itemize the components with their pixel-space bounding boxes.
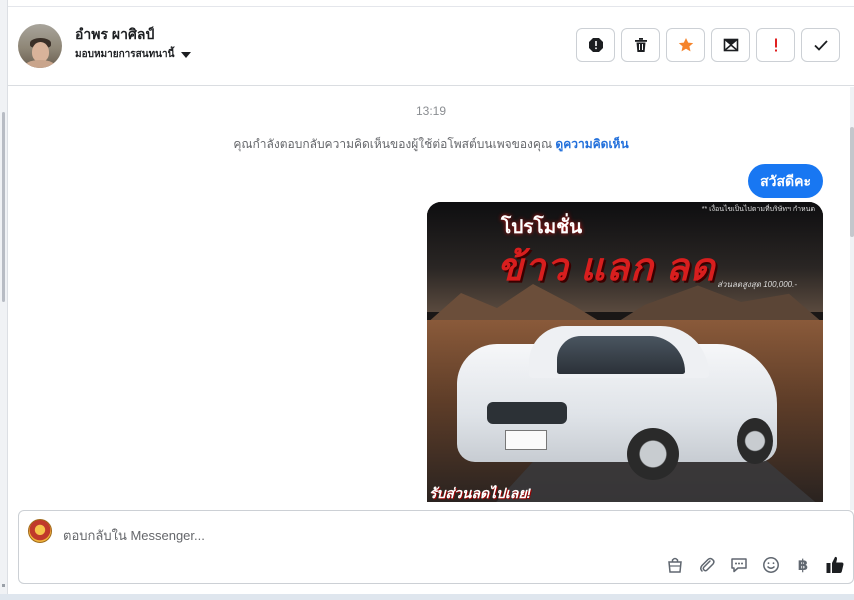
left-scroll-marker bbox=[2, 584, 5, 587]
mark-done-button[interactable] bbox=[801, 28, 840, 62]
shop-button[interactable] bbox=[665, 555, 685, 575]
promo-discount-text: ส่วนลดสูงสุด 100,000.- bbox=[717, 280, 797, 289]
important-icon bbox=[774, 38, 777, 52]
promo-terms-note: ** เงื่อนไขเป็นไปตามที่บริษัทฯ กำหนด bbox=[701, 206, 815, 213]
promo-bottom-text: รับส่วนลดไปเลย! bbox=[429, 485, 532, 501]
assign-conversation-dropdown[interactable]: มอบหมายการสนทนานี้ bbox=[75, 47, 192, 62]
baht-icon: ฿ bbox=[797, 557, 809, 574]
delete-button[interactable] bbox=[621, 28, 660, 62]
promo-headline: ข้าว แลก ลด bbox=[497, 247, 716, 289]
assign-label: มอบหมายการสนทนานี้ bbox=[75, 49, 175, 60]
like-button[interactable] bbox=[825, 555, 845, 575]
promo-image[interactable]: ** เงื่อนไขเป็นไปตามที่บริษัทฯ กำหนด โปร… bbox=[427, 202, 823, 502]
mark-unread-icon bbox=[723, 38, 738, 52]
mark-spam-button[interactable] bbox=[576, 28, 615, 62]
conversation-header: อำพร ผาศิลป์ มอบหมายการสนทนานี้ bbox=[8, 6, 854, 86]
page: อำพร ผาศิลป์ มอบหมายการสนทนานี้ 13:19 คุ… bbox=[0, 0, 854, 600]
message-timestamp: 13:19 bbox=[415, 104, 447, 118]
saved-reply-button[interactable] bbox=[729, 555, 749, 575]
emoji-button[interactable] bbox=[761, 555, 781, 575]
star-icon bbox=[678, 38, 693, 52]
trash-icon bbox=[634, 38, 647, 52]
reply-context-text: คุณกำลังตอบกลับความคิดเห็นของผู้ใช้ต่อโพ… bbox=[233, 137, 553, 151]
attach-icon bbox=[700, 557, 715, 572]
view-comment-link[interactable]: ดูความคิดเห็น bbox=[555, 137, 628, 151]
mark-unread-button[interactable] bbox=[711, 28, 750, 62]
emoji-icon bbox=[763, 557, 779, 573]
spam-icon bbox=[588, 38, 603, 52]
header-actions bbox=[576, 28, 840, 62]
important-button[interactable] bbox=[756, 28, 795, 62]
reply-composer[interactable]: ตอบกลับใน Messenger... ฿ bbox=[18, 510, 854, 584]
left-scroll-rail[interactable] bbox=[0, 0, 8, 600]
attach-button[interactable] bbox=[697, 555, 717, 575]
left-scroll-thumb[interactable] bbox=[2, 112, 5, 302]
conversation-scrollbar[interactable] bbox=[850, 87, 854, 510]
done-icon bbox=[813, 40, 828, 51]
payment-button[interactable]: ฿ bbox=[793, 555, 813, 575]
reply-input[interactable]: ตอบกลับใน Messenger... bbox=[63, 525, 205, 546]
composer-tools: ฿ bbox=[665, 555, 845, 575]
conversation-scroll-thumb[interactable] bbox=[850, 127, 854, 237]
star-button[interactable] bbox=[666, 28, 705, 62]
page-avatar bbox=[28, 519, 52, 543]
outgoing-message-bubble[interactable]: สวัสดีคะ bbox=[748, 164, 823, 198]
saved-reply-icon bbox=[731, 558, 747, 573]
reply-context-notice: คุณกำลังตอบกลับความคิดเห็นของผู้ใช้ต่อโพ… bbox=[8, 135, 854, 154]
contact-avatar[interactable] bbox=[18, 24, 62, 68]
conversation-area[interactable]: 13:19 คุณกำลังตอบกลับความคิดเห็นของผู้ใช… bbox=[8, 87, 854, 510]
contact-name[interactable]: อำพร ผาศิลป์ bbox=[75, 24, 154, 46]
caret-down-icon bbox=[181, 51, 192, 58]
like-icon bbox=[826, 556, 844, 573]
bag-icon bbox=[668, 557, 682, 573]
bottom-strip bbox=[0, 594, 854, 600]
